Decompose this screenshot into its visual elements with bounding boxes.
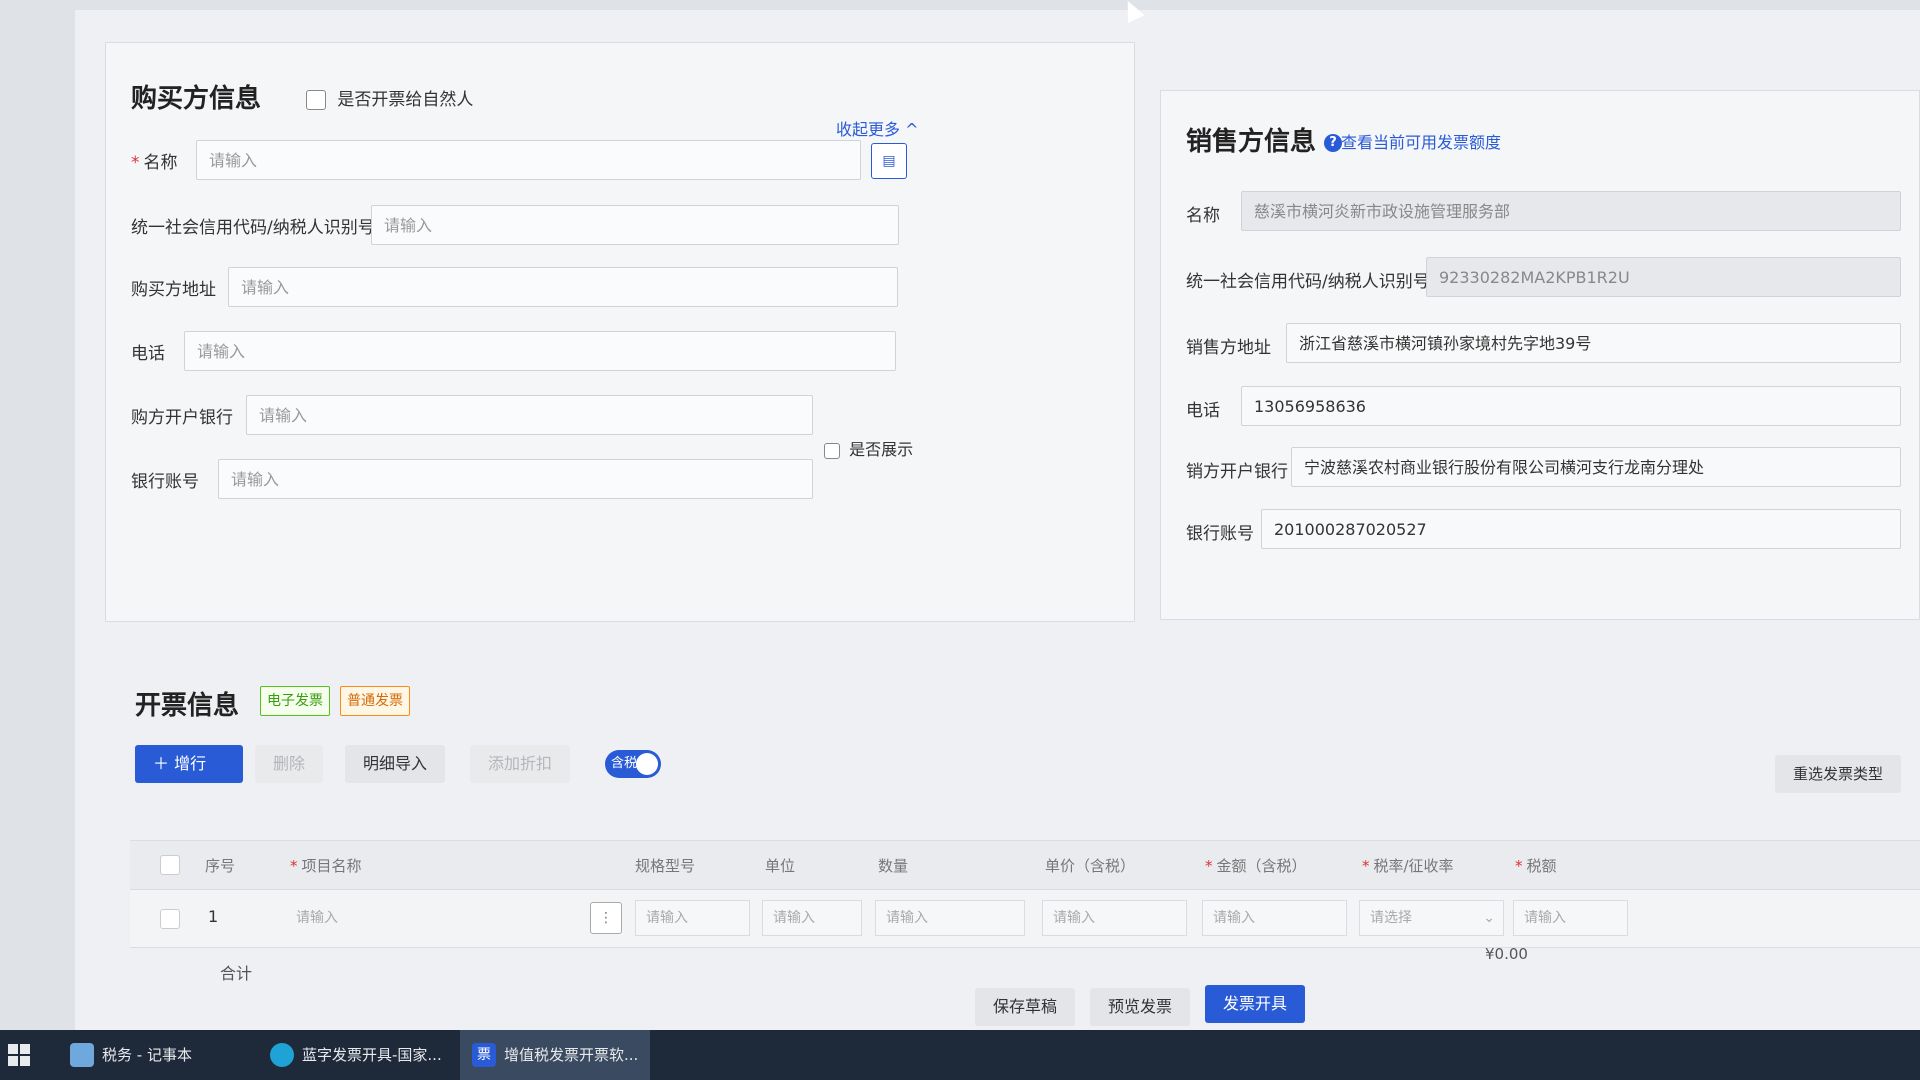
- notepad-icon: [70, 1043, 94, 1067]
- seller-bank-label: 销方开户银行: [1186, 462, 1288, 482]
- add-discount-button[interactable]: 添加折扣: [470, 745, 571, 783]
- buyer-bank-input[interactable]: 请输入: [246, 395, 813, 435]
- col-spec: 规格型号: [635, 857, 696, 875]
- seller-title-wrap: 销售方信息?: [1186, 121, 1343, 158]
- taskbar: 税务 - 记事本 蓝字发票开具-国家... 票 增值税发票开票软...: [0, 1030, 1920, 1080]
- invoice-title: 开票信息: [135, 691, 240, 721]
- save-draft-button[interactable]: 保存草稿: [975, 988, 1076, 1026]
- seller-name-label: 名称: [1186, 206, 1220, 226]
- buyer-address-input[interactable]: 请输入: [228, 267, 898, 307]
- natural-person-option[interactable]: 是否开票给自然人: [306, 85, 473, 110]
- unit-price-input[interactable]: 请输入: [1042, 900, 1187, 936]
- seller-account-input[interactable]: 201000287020527: [1261, 509, 1901, 549]
- item-name-input[interactable]: 请输入: [285, 900, 585, 936]
- table-row: 1 请输入 ⋮ 请输入 请输入 请输入 请输入 请输入 请选择 ⌄ 请输入: [130, 890, 1920, 948]
- windows-start-icon[interactable]: [8, 1044, 30, 1066]
- select-all-checkbox[interactable]: [160, 855, 180, 875]
- show-label: 是否展示: [849, 440, 914, 459]
- invoice-app: 购买方信息 是否开票给自然人 收起更多 ^ * 名称 请输入 ▤ 统一社会信用代码…: [75, 10, 1920, 1030]
- seller-taxid-label: 统一社会信用代码/纳税人识别号: [1186, 272, 1430, 292]
- col-item-name: * 项目名称: [290, 857, 362, 875]
- import-detail-button[interactable]: 明细导入: [345, 745, 446, 783]
- taskbar-invoice-software[interactable]: 票 增值税发票开票软...: [460, 1030, 650, 1080]
- buyer-bank-label: 购方开户银行: [131, 408, 233, 428]
- buyer-name-input[interactable]: 请输入: [196, 140, 861, 180]
- preview-button[interactable]: 预览发票: [1090, 988, 1191, 1026]
- col-amount: * 金额（含税）: [1205, 857, 1307, 875]
- row-index: 1: [208, 907, 219, 926]
- seller-title: 销售方信息: [1186, 127, 1317, 157]
- col-tax-rate: * 税率/征收率: [1362, 857, 1454, 875]
- tag-electronic: 电子发票: [260, 686, 330, 716]
- more-vertical-icon[interactable]: ⋮: [590, 902, 622, 934]
- buyer-taxid-label: 统一社会信用代码/纳税人识别号: [131, 218, 375, 238]
- seller-address-input[interactable]: 浙江省慈溪市横河镇孙家境村先字地39号: [1286, 323, 1901, 363]
- col-unit: 单位: [765, 857, 796, 875]
- spec-input[interactable]: 请输入: [635, 900, 750, 936]
- taskbar-browser[interactable]: 蓝字发票开具-国家...: [258, 1030, 458, 1080]
- invoice-app-icon: 票: [472, 1043, 496, 1067]
- collapse-more-link[interactable]: 收起更多 ^: [836, 116, 919, 140]
- col-index: 序号: [205, 857, 236, 875]
- seller-bank-input[interactable]: 宁波慈溪农村商业银行股份有限公司横河支行龙南分理处: [1291, 447, 1901, 487]
- chevron-down-icon: ⌄: [1483, 910, 1495, 926]
- buyer-phone-input[interactable]: 请输入: [184, 331, 896, 371]
- quota-link[interactable]: 查看当前可用发票额度: [1341, 129, 1501, 153]
- tax-included-label: 含税: [611, 756, 638, 771]
- natural-person-checkbox[interactable]: [306, 90, 326, 110]
- seller-panel: 销售方信息? 查看当前可用发票额度 名称 慈溪市横河炎新市政设施管理服务部 统一…: [1160, 90, 1920, 620]
- seller-address-label: 销售方地址: [1186, 338, 1271, 358]
- quantity-input[interactable]: 请输入: [875, 900, 1025, 936]
- show-option[interactable]: 是否展示: [824, 436, 913, 460]
- buyer-address-label: 购买方地址: [131, 280, 216, 300]
- col-quantity: 数量: [878, 857, 909, 875]
- buyer-name-label: * 名称: [131, 153, 178, 173]
- tax-input[interactable]: 请输入: [1513, 900, 1628, 936]
- col-unit-price: 单价（含税）: [1045, 857, 1136, 875]
- seller-phone-label: 电话: [1186, 401, 1220, 421]
- edge-browser-icon: [270, 1043, 294, 1067]
- buyer-select-icon[interactable]: ▤: [871, 143, 907, 179]
- tax-included-toggle[interactable]: 含税: [605, 750, 661, 778]
- seller-phone-input[interactable]: 13056958636: [1241, 386, 1901, 426]
- table-header: 序号 * 项目名称 规格型号 单位 数量 单价（含税） * 金额（含税） * 税率/征…: [130, 840, 1920, 890]
- tag-normal: 普通发票: [340, 686, 410, 716]
- buyer-account-input[interactable]: 请输入: [218, 459, 813, 499]
- total-label: 合计: [220, 964, 253, 983]
- seller-taxid-input[interactable]: 92330282MA2KPB1R2U: [1426, 257, 1901, 297]
- seller-name-input[interactable]: 慈溪市横河炎新市政设施管理服务部: [1241, 191, 1901, 231]
- tax-rate-select[interactable]: 请选择 ⌄: [1359, 900, 1504, 936]
- taskbar-notepad[interactable]: 税务 - 记事本: [58, 1030, 248, 1080]
- buyer-taxid-input[interactable]: 请输入: [371, 205, 899, 245]
- amount-input[interactable]: 请输入: [1202, 900, 1347, 936]
- question-circle-icon[interactable]: ?: [1324, 133, 1343, 152]
- add-row-button[interactable]: ＋ 增行: [135, 745, 243, 783]
- natural-person-label: 是否开票给自然人: [337, 90, 474, 110]
- unit-input[interactable]: 请输入: [762, 900, 862, 936]
- buyer-phone-label: 电话: [131, 344, 165, 364]
- buyer-account-label: 银行账号: [131, 472, 199, 492]
- delete-button[interactable]: 删除: [255, 745, 324, 783]
- toggle-knob: [636, 753, 658, 775]
- col-tax: * 税额: [1515, 857, 1557, 875]
- show-checkbox[interactable]: [824, 442, 840, 459]
- seller-account-label: 银行账号: [1186, 524, 1254, 544]
- buyer-panel: 购买方信息 是否开票给自然人 收起更多 ^ * 名称 请输入 ▤ 统一社会信用代码…: [105, 42, 1135, 622]
- plus-icon: ＋: [153, 754, 170, 773]
- buyer-title: 购买方信息: [131, 84, 262, 114]
- total-value: ¥0.00: [1485, 945, 1528, 963]
- row-checkbox[interactable]: [160, 909, 180, 929]
- issue-invoice-button[interactable]: 发票开具: [1205, 985, 1306, 1023]
- reselect-type-button[interactable]: 重选发票类型: [1775, 755, 1902, 793]
